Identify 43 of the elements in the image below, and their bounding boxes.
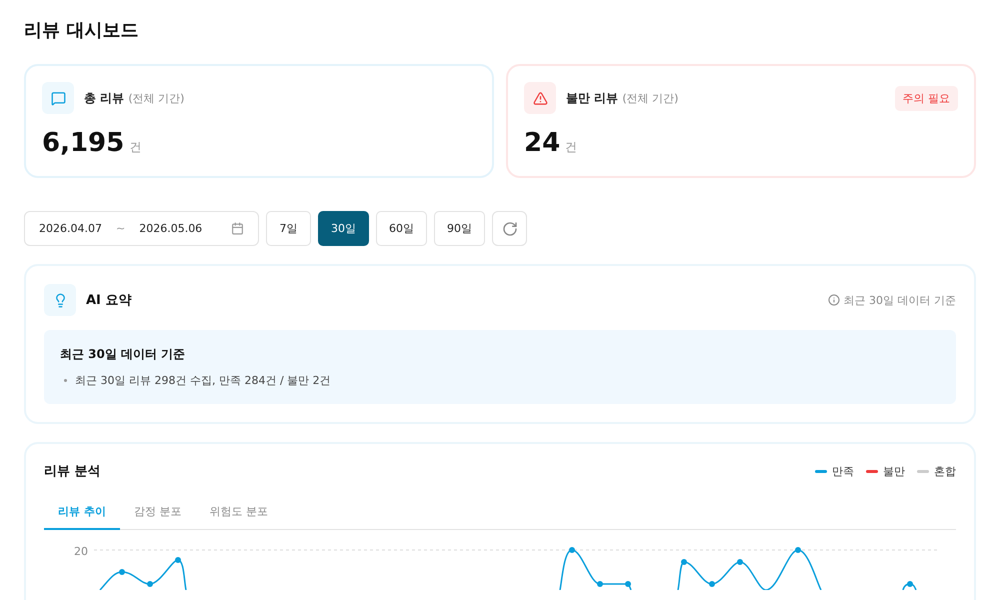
calendar-icon[interactable]	[231, 222, 244, 235]
period-button[interactable]: 7일	[266, 211, 311, 246]
period-button[interactable]: 60일	[376, 211, 427, 246]
section-title: 리뷰 분석	[44, 463, 101, 480]
data-point	[681, 559, 687, 565]
period-button[interactable]: 30일	[318, 211, 369, 246]
data-point	[569, 547, 575, 553]
data-point	[625, 581, 631, 587]
stat-unit: 건	[129, 139, 142, 156]
period-button[interactable]: 90일	[434, 211, 485, 246]
data-point	[597, 581, 603, 587]
warning-badge: 주의 필요	[894, 86, 958, 110]
lightbulb-icon	[44, 284, 76, 316]
legend-item: 만족	[815, 464, 854, 478]
stat-value: 6,195	[42, 128, 124, 158]
data-point	[737, 559, 743, 565]
data-point	[795, 547, 801, 553]
card-label: 불만 리뷰 (전체 기간)	[566, 90, 678, 106]
data-point	[119, 569, 125, 575]
legend-item: 불만	[866, 464, 905, 478]
chart-tab[interactable]: 위험도 분포	[195, 494, 282, 530]
info-icon	[828, 294, 840, 306]
chart-tab[interactable]: 감정 분포	[120, 494, 196, 530]
refresh-button[interactable]	[492, 211, 527, 246]
data-point	[709, 581, 715, 587]
axis-tick-label: 20	[73, 544, 89, 560]
legend-item: 혼합	[917, 464, 956, 478]
data-point	[907, 581, 913, 587]
chat-bubble-icon	[42, 82, 74, 114]
section-title: AI 요약	[86, 292, 132, 309]
date-range-field[interactable]: 2026.04.07 ~ 2026.05.06	[24, 211, 259, 246]
bullet-dot	[64, 379, 67, 382]
data-point	[175, 557, 181, 563]
stat-unit: 건	[565, 139, 578, 156]
summary-text: 최근 30일 리뷰 298건 수집, 만족 284건 / 불만 2건	[75, 373, 331, 388]
warning-icon	[524, 82, 556, 114]
summary-title: 최근 30일 데이터 기준	[60, 346, 186, 363]
card-label: 총 리뷰 (전체 기간)	[84, 90, 184, 106]
refresh-icon[interactable]	[502, 220, 518, 236]
data-basis-note: 최근 30일 데이터 기준	[844, 292, 956, 308]
page-title: 리뷰 대시보드	[24, 19, 140, 43]
stat-value: 24	[524, 128, 560, 158]
data-point	[147, 581, 153, 587]
